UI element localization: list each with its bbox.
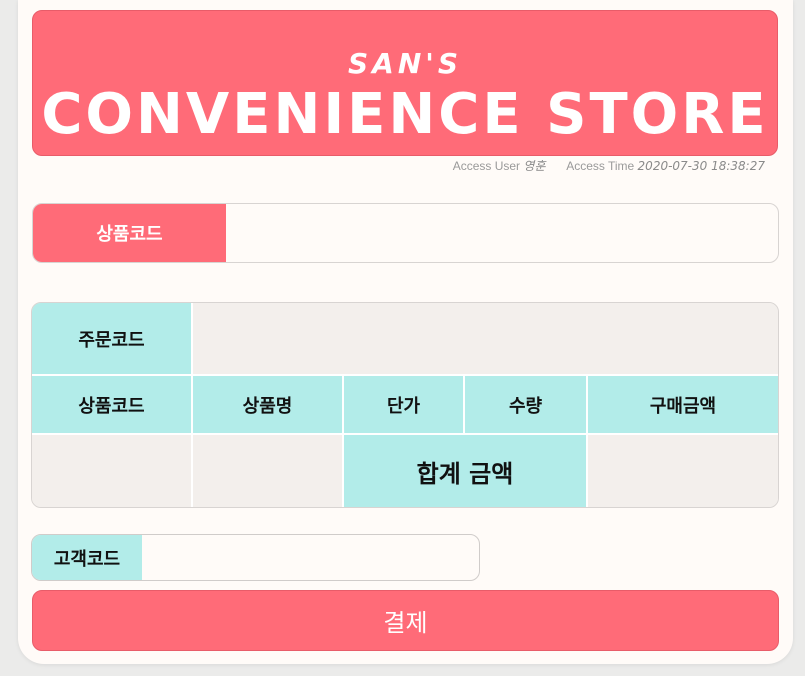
access-info: Access User 영훈 Access Time 2020-07-30 18… bbox=[453, 157, 765, 174]
store-banner: SAN'S CONVENIENCE STORE bbox=[32, 10, 778, 156]
column-header-purchase-amount: 구매금액 bbox=[588, 376, 778, 435]
access-user-label: Access User bbox=[452, 159, 521, 173]
customer-code-input[interactable] bbox=[142, 535, 479, 580]
product-code-group: 상품코드 bbox=[32, 203, 779, 263]
customer-code-label: 고객코드 bbox=[32, 535, 142, 580]
column-header-quantity: 수량 bbox=[465, 376, 588, 435]
column-header-unit-price: 단가 bbox=[344, 376, 465, 435]
access-user-value: 영훈 bbox=[523, 159, 546, 173]
row-product-name-cell bbox=[193, 435, 344, 507]
banner-title: CONVENIENCE STORE bbox=[41, 82, 769, 147]
order-code-value bbox=[193, 303, 778, 376]
row-product-code-cell bbox=[32, 435, 193, 507]
total-amount-value bbox=[588, 435, 778, 507]
column-header-product-code: 상품코드 bbox=[32, 376, 193, 435]
product-code-label: 상품코드 bbox=[33, 204, 226, 262]
column-header-product-name: 상품명 bbox=[193, 376, 344, 435]
customer-code-group: 고객코드 bbox=[31, 534, 480, 581]
order-code-header: 주문코드 bbox=[32, 303, 193, 376]
total-amount-label: 합계 금액 bbox=[344, 435, 588, 507]
access-time-value: 2020-07-30 18:38:27 bbox=[637, 159, 765, 173]
product-code-input[interactable] bbox=[226, 204, 778, 262]
order-table: 주문코드 상품코드 상품명 단가 수량 구매금액 합계 금액 bbox=[31, 302, 779, 508]
access-time-label: Access Time bbox=[566, 159, 635, 173]
pay-button[interactable]: 결제 bbox=[32, 590, 779, 651]
banner-subtitle: SAN'S bbox=[347, 47, 462, 80]
